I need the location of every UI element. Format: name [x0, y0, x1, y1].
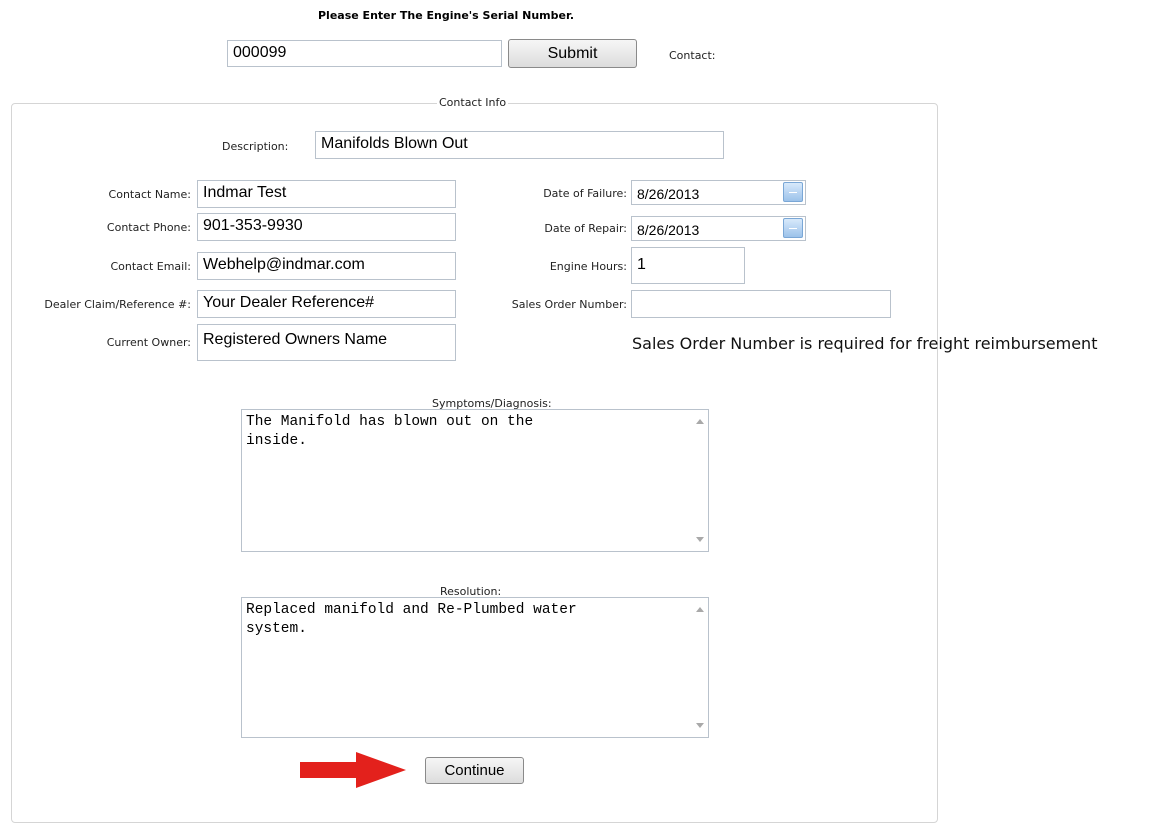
date-of-repair-input[interactable]: 8/26/2013 — [631, 216, 806, 241]
contact-phone-label: Contact Phone: — [106, 221, 191, 234]
sales-order-number-label: Sales Order Number: — [511, 298, 627, 311]
freight-reimbursement-note: Sales Order Number is required for freig… — [632, 334, 1098, 353]
scrollbar[interactable] — [691, 410, 708, 551]
scroll-up-icon[interactable] — [696, 419, 704, 424]
current-owner-label: Current Owner: — [106, 336, 191, 349]
contact-phone-input[interactable]: 901-353-9930 — [197, 213, 456, 241]
scrollbar[interactable] — [691, 598, 708, 737]
dealer-reference-input[interactable]: Your Dealer Reference# — [197, 290, 456, 318]
contact-name-label: Contact Name: — [108, 188, 191, 201]
contact-name-input[interactable]: Indmar Test — [197, 180, 456, 208]
submit-button[interactable]: Submit — [508, 39, 637, 68]
description-input[interactable]: Manifolds Blown Out — [315, 131, 724, 159]
dealer-reference-label: Dealer Claim/Reference #: — [44, 298, 191, 311]
date-of-failure-label: Date of Failure: — [543, 187, 627, 200]
scroll-down-icon[interactable] — [696, 537, 704, 542]
continue-button[interactable]: Continue — [425, 757, 524, 784]
contact-info-legend: Contact Info — [437, 96, 509, 109]
serial-number-input[interactable]: 000099 — [227, 40, 502, 67]
contact-label: Contact: — [669, 49, 716, 62]
serial-number-prompt: Please Enter The Engine's Serial Number. — [318, 9, 574, 22]
engine-hours-input[interactable]: 1 — [631, 247, 745, 284]
red-arrow-icon — [300, 752, 406, 788]
scroll-down-icon[interactable] — [696, 723, 704, 728]
date-of-failure-input[interactable]: 8/26/2013 — [631, 180, 806, 205]
resolution-textarea[interactable]: Replaced manifold and Re-Plumbed water s… — [241, 597, 709, 738]
symptoms-textarea[interactable]: The Manifold has blown out on the inside… — [241, 409, 709, 552]
sales-order-number-input[interactable] — [631, 290, 891, 318]
description-label: Description: — [222, 140, 289, 153]
contact-email-input[interactable]: Webhelp@indmar.com — [197, 252, 456, 280]
scroll-up-icon[interactable] — [696, 607, 704, 612]
calendar-icon[interactable] — [783, 182, 803, 202]
current-owner-input[interactable]: Registered Owners Name — [197, 324, 456, 361]
date-of-repair-label: Date of Repair: — [544, 222, 627, 235]
symptoms-text: The Manifold has blown out on the inside… — [246, 414, 534, 449]
calendar-icon[interactable] — [783, 218, 803, 238]
engine-hours-label: Engine Hours: — [549, 260, 627, 273]
contact-email-label: Contact Email: — [110, 260, 191, 273]
resolution-text: Replaced manifold and Re-Plumbed water s… — [246, 602, 577, 637]
